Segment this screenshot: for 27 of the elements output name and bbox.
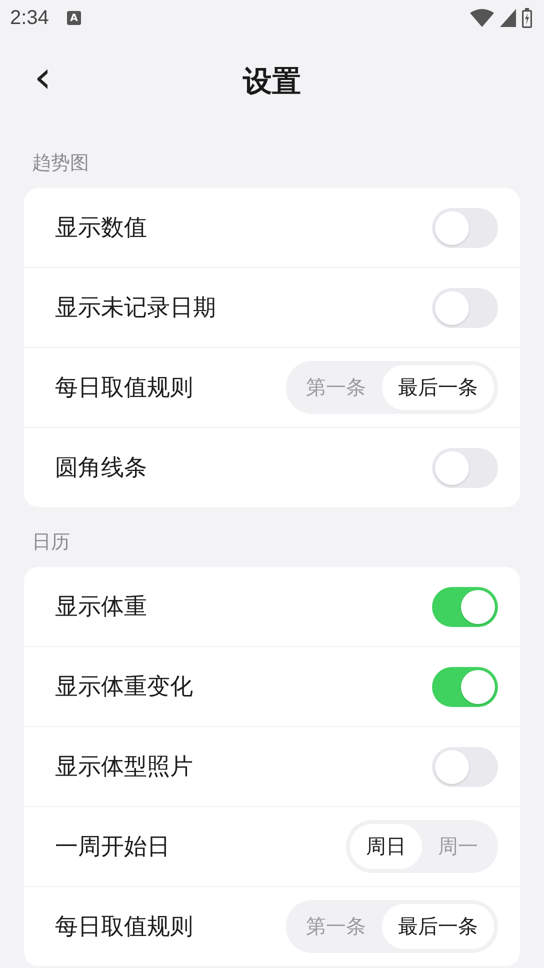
- toggle-switch[interactable]: [432, 448, 498, 488]
- status-time: 2:34: [10, 6, 49, 30]
- signal-icon: [500, 9, 516, 27]
- back-button[interactable]: ‹: [28, 58, 58, 98]
- setting-label: 显示数值: [55, 214, 147, 243]
- setting-label: 显示体型照片: [55, 753, 193, 782]
- setting-label: 一周开始日: [55, 833, 170, 862]
- toggle-switch[interactable]: [432, 746, 498, 786]
- wifi-icon: [470, 9, 494, 27]
- setting-label: 每日取值规则: [55, 913, 193, 942]
- segment-option[interactable]: 最后一条: [382, 904, 494, 949]
- section-label: 日历: [31, 530, 71, 555]
- segment-option[interactable]: 周日: [350, 824, 422, 869]
- toggle-switch[interactable]: [432, 586, 498, 626]
- segment-option[interactable]: 最后一条: [382, 365, 494, 410]
- setting-label: 显示未记录日期: [55, 294, 216, 323]
- setting-label: 圆角线条: [55, 454, 147, 483]
- toggle-switch[interactable]: [432, 288, 498, 328]
- toggle-switch[interactable]: [432, 666, 498, 706]
- toggle-switch[interactable]: [432, 208, 498, 248]
- section-label: 趋势图: [31, 151, 90, 176]
- page-title: 设置: [243, 63, 301, 100]
- setting-label: 显示体重变化: [55, 673, 193, 702]
- setting-label: 显示体重: [55, 593, 147, 622]
- notification-icon: A: [66, 11, 81, 25]
- setting-label: 每日取值规则: [55, 374, 193, 403]
- battery-icon: [522, 8, 532, 28]
